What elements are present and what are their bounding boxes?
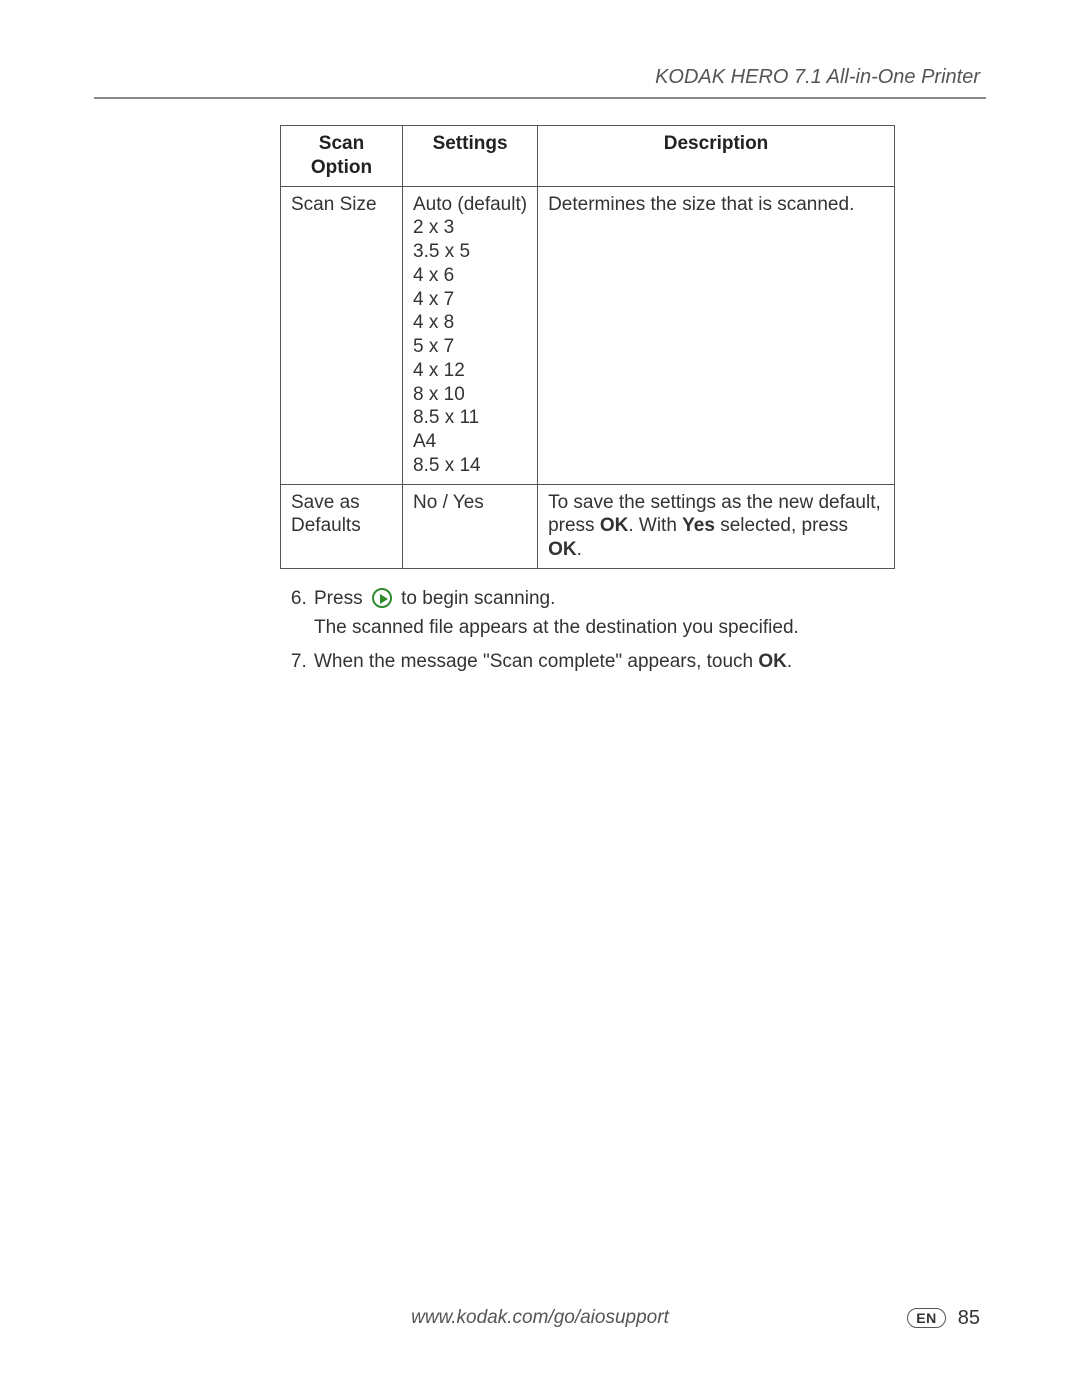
scan-options-table: Scan Option Settings Description Scan Si… [280,125,895,569]
cell-description: To save the settings as the new default,… [538,484,895,568]
steps-list: Press to begin scanning. The scanned fil… [280,585,986,676]
step-7: When the message "Scan complete" appears… [312,648,986,676]
setting-value: 4 x 7 [413,288,527,312]
desc-text: . With [628,515,682,536]
table-header-row: Scan Option Settings Description [281,126,895,187]
setting-value: 8 x 10 [413,383,527,407]
setting-value: 3.5 x 5 [413,240,527,264]
desc-text: selected, press [715,515,848,536]
step-text: . [787,651,792,672]
language-badge: EN [907,1308,945,1328]
play-icon [372,588,392,608]
step-6: Press to begin scanning. The scanned fil… [312,585,986,642]
ok-label: OK [758,651,787,672]
page-number: 85 [958,1307,980,1330]
step-text: Press [314,588,368,609]
col-header-description: Description [538,126,895,187]
setting-value: A4 [413,430,527,454]
setting-value: Auto (default) [413,193,527,217]
cell-option: Save as Defaults [281,484,403,568]
table-row: Save as Defaults No / Yes To save the se… [281,484,895,568]
ok-label: OK [600,515,629,536]
col-header-settings: Settings [403,126,538,187]
footer-url: www.kodak.com/go/aiosupport [411,1307,669,1329]
step-text: When the message "Scan complete" appears… [314,651,758,672]
cell-option: Scan Size [281,186,403,484]
page-footer: www.kodak.com/go/aiosupport EN 85 [94,1307,986,1329]
setting-value: 4 x 8 [413,311,527,335]
desc-text: . [577,539,582,560]
ok-label: OK [548,539,577,560]
cell-description: Determines the size that is scanned. [538,186,895,484]
cell-settings: No / Yes [403,484,538,568]
table-row: Scan Size Auto (default) 2 x 3 3.5 x 5 4… [281,186,895,484]
step-subtext: The scanned file appears at the destinat… [314,614,986,642]
yes-label: Yes [682,515,715,536]
page-header-title: KODAK HERO 7.1 All-in-One Printer [94,66,980,97]
setting-value: 2 x 3 [413,216,527,240]
setting-value: 8.5 x 11 [413,406,527,430]
setting-value: 4 x 6 [413,264,527,288]
col-header-option: Scan Option [281,126,403,187]
cell-settings: Auto (default) 2 x 3 3.5 x 5 4 x 6 4 x 7… [403,186,538,484]
header-rule [94,97,986,99]
step-text: to begin scanning. [401,588,555,609]
setting-value: 8.5 x 14 [413,454,527,478]
setting-value: 4 x 12 [413,359,527,383]
setting-value: 5 x 7 [413,335,527,359]
